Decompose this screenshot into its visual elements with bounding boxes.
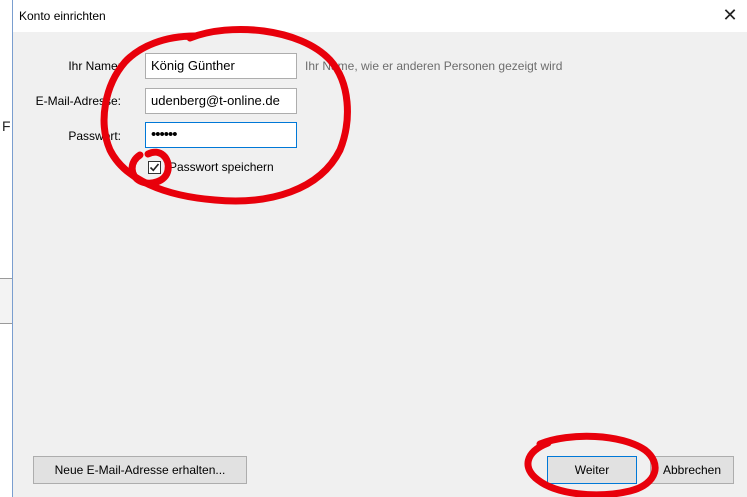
background-partial-text: F [2, 118, 11, 134]
password-label: Passwort: [68, 129, 121, 143]
name-field[interactable]: König Günther [145, 53, 297, 79]
background-window: F [0, 0, 12, 497]
background-strip [0, 278, 12, 324]
email-field[interactable]: udenberg@t-online.de [145, 88, 297, 114]
close-icon[interactable]: ✕ [717, 4, 743, 26]
name-label: Ihr Name: [68, 59, 121, 73]
name-hint: Ihr Name, wie er anderen Personen gezeig… [305, 59, 563, 73]
remember-password-checkbox[interactable] [148, 161, 161, 174]
cancel-button[interactable]: Abbrechen [650, 456, 734, 484]
remember-password-label[interactable]: Passwort speichern [169, 160, 274, 174]
dialog-title: Konto einrichten [19, 9, 106, 23]
checkmark-icon [149, 163, 160, 172]
password-field[interactable]: •••••• [145, 122, 297, 148]
new-email-address-button[interactable]: Neue E-Mail-Adresse erhalten... [33, 456, 247, 484]
title-bar: Konto einrichten ✕ [13, 0, 747, 32]
email-label: E-Mail-Adresse: [35, 94, 121, 108]
next-button[interactable]: Weiter [547, 456, 637, 484]
account-setup-dialog: Konto einrichten ✕ Ihr Name: König Günth… [12, 0, 747, 497]
